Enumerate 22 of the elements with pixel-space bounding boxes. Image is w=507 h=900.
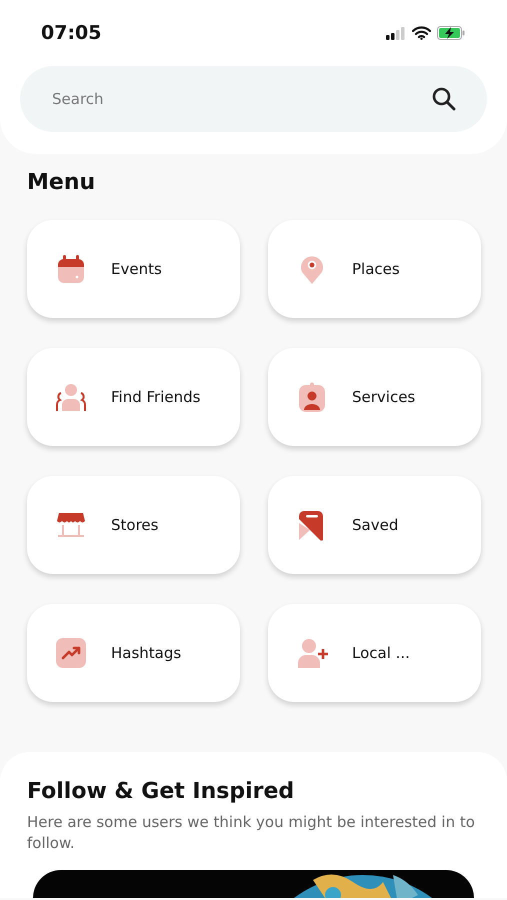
- people-icon: [55, 381, 87, 413]
- menu-card[interactable]: Places: [268, 220, 481, 318]
- section-description: Here are some users we think you might be interested in to follow.: [27, 812, 476, 854]
- section-title: Follow & Get Inspired: [27, 778, 296, 806]
- menu-title: Menu: [27, 169, 96, 197]
- menu-card[interactable]: Services: [268, 348, 481, 446]
- calendar-icon: [55, 253, 87, 285]
- add-person-icon: [296, 637, 328, 669]
- search-field[interactable]: Search: [20, 66, 487, 132]
- menu-card[interactable]: Events: [27, 220, 240, 318]
- trending-up-icon: [55, 637, 87, 669]
- menu-card[interactable]: Saved: [268, 476, 481, 574]
- search-icon: [431, 86, 457, 112]
- menu-card[interactable]: Find Friends: [27, 348, 240, 446]
- battery-charging-icon: [437, 26, 465, 40]
- clock-time: 07:05: [41, 22, 102, 44]
- signal-icon: [386, 26, 406, 40]
- person-badge-icon: [296, 381, 328, 413]
- wifi-icon: [412, 26, 431, 40]
- menu-card[interactable]: Local ...: [268, 604, 481, 702]
- menu-card[interactable]: Stores: [27, 476, 240, 574]
- menu-card[interactable]: Hashtags: [27, 604, 240, 702]
